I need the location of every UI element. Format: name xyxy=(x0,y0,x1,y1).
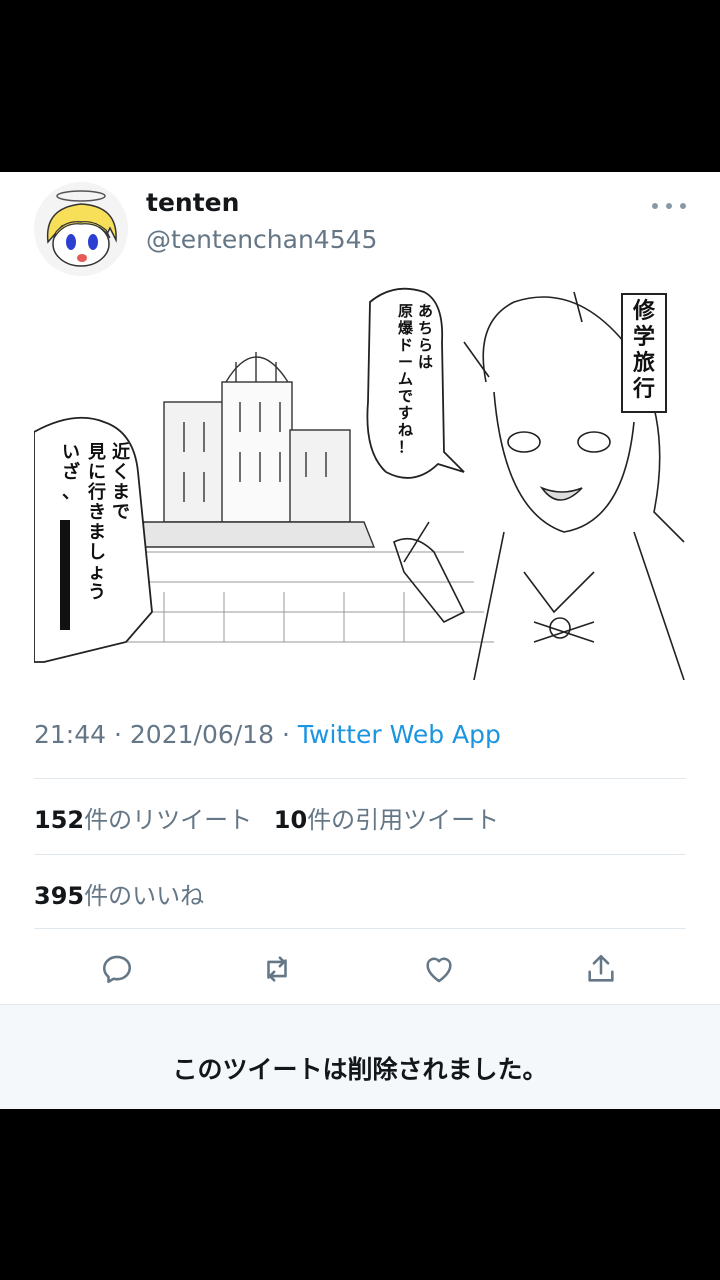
reply-icon[interactable] xyxy=(100,952,134,986)
quotes-stat[interactable]: 10件の引用ツイート xyxy=(274,806,499,834)
tweet-time[interactable]: 21:44 xyxy=(34,720,106,749)
tweet-actions xyxy=(34,940,686,996)
avatar[interactable] xyxy=(34,182,128,276)
deleted-tweet-text: このツイートは削除されました。 xyxy=(172,1055,548,1084)
like-label: 件のいいね xyxy=(84,882,205,910)
tweet-card: tenten @tentenchan4545 修学旅行 あちらは 原爆ドームです… xyxy=(0,172,720,1109)
meta-separator: · xyxy=(281,720,290,749)
engagement-stats: 152件のリツイート 10件の引用ツイート xyxy=(34,800,499,835)
retweet-icon[interactable] xyxy=(260,952,294,986)
retweet-count: 152 xyxy=(34,806,85,834)
divider xyxy=(34,778,686,779)
tweet-source-link[interactable]: Twitter Web App xyxy=(298,720,501,749)
quote-label: 件の引用ツイート xyxy=(307,806,500,834)
retweets-stat[interactable]: 152件のリツイート xyxy=(34,806,252,834)
deleted-tweet-notice: このツイートは削除されました。 xyxy=(0,1004,720,1109)
tweet-metadata: 21:44 · 2021/06/18 · Twitter Web App xyxy=(34,720,501,749)
share-icon[interactable] xyxy=(584,952,618,986)
divider xyxy=(34,854,686,855)
divider xyxy=(34,928,686,929)
tweet-image[interactable]: 修学旅行 あちらは 原爆ドームですね！ 近くまで 見に行きましょう いざ、 xyxy=(34,282,686,680)
display-name[interactable]: tenten xyxy=(146,188,239,217)
likes-stat[interactable]: 395件のいいね xyxy=(34,876,204,911)
meta-separator: · xyxy=(114,720,122,749)
like-icon[interactable] xyxy=(422,952,456,986)
more-horizontal-icon[interactable] xyxy=(652,196,686,216)
user-handle[interactable]: @tentenchan4545 xyxy=(146,225,377,254)
retweet-label: 件のリツイート xyxy=(84,806,253,834)
quote-count: 10 xyxy=(273,806,308,834)
like-count: 395 xyxy=(34,882,85,910)
tweet-date[interactable]: 2021/06/18 xyxy=(130,720,274,749)
